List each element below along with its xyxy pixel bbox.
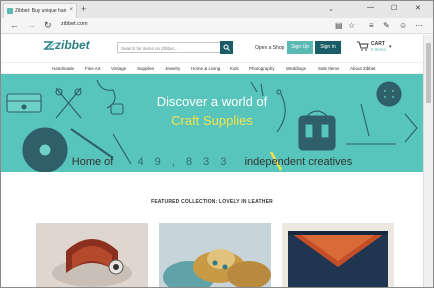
product-card[interactable] (282, 223, 394, 287)
counter-digit: 8 (185, 156, 193, 168)
search-input[interactable]: Search for items on Zibbet... (117, 42, 221, 53)
tab-preview-icon[interactable]: ⌄ (328, 5, 334, 13)
counter-digit: 3 (220, 156, 227, 168)
leather-baby-shoes-image (159, 223, 271, 287)
page-scrollbar[interactable] (423, 35, 433, 287)
nav-home-living[interactable]: Home & Living (191, 66, 220, 71)
scrollbar-thumb[interactable] (426, 43, 431, 103)
nav-kids[interactable]: Kids (230, 66, 239, 71)
featured-collection-heading: FEATURED COLLECTION: LOVELY IN LEATHER (151, 199, 273, 205)
counter-prefix: Home of (71, 156, 114, 168)
nav-vintage[interactable]: Vintage (111, 66, 126, 71)
leather-clutch-image (282, 223, 394, 287)
minimize-button[interactable]: — (367, 4, 374, 11)
cart-dropdown-icon[interactable]: ▾ (389, 44, 392, 50)
nav-handmade[interactable]: Handmade (52, 66, 74, 71)
open-shop-link[interactable]: Open a Shop (255, 45, 284, 51)
search-button[interactable] (220, 41, 233, 54)
new-tab-button[interactable]: + (81, 4, 86, 14)
hero-title: Discover a world of (156, 94, 268, 109)
more-menu-icon[interactable]: ⋯ (415, 21, 423, 30)
nav-photography[interactable]: Photography (249, 66, 275, 71)
counter-separator: , (171, 156, 175, 168)
hero-subtitle: Craft Supplies (171, 113, 253, 128)
cart-icon[interactable] (357, 41, 369, 54)
product-card[interactable] (159, 223, 271, 287)
zibbet-page: zibbet Search for items on Zibbet... Ope… (1, 35, 423, 287)
nav-weddings[interactable]: Weddings (286, 66, 306, 71)
counter-digit: 4 (137, 156, 144, 168)
reading-view-icon[interactable]: ▤ (335, 21, 343, 30)
search-icon (223, 44, 230, 51)
forward-arrow-icon[interactable]: → (27, 20, 36, 31)
category-nav: Handmade Fine Art Vintage Supplies Jewel… (1, 62, 423, 74)
maximize-button[interactable]: ☐ (391, 4, 397, 12)
counter-suffix: independent creatives (244, 156, 353, 168)
tab-close-icon[interactable]: × (69, 7, 73, 13)
hub-icon[interactable]: ≡ (369, 21, 374, 30)
nav-sale-items[interactable]: Sale Items (318, 66, 339, 71)
refresh-icon[interactable]: ↻ (44, 20, 52, 31)
nav-jewelry[interactable]: Jewelry (165, 66, 180, 71)
creatives-counter: Home of 4 9 , 8 3 3 independent creative… (1, 156, 423, 168)
counter-digit: 3 (203, 156, 210, 168)
nav-about-zibbet[interactable]: About Zibbet (350, 66, 376, 71)
zibbet-favicon-icon (7, 8, 13, 14)
logo-text[interactable]: zibbet (55, 38, 90, 52)
favorite-star-icon[interactable]: ☆ (348, 21, 355, 30)
tab-strip: Zibbet: Buy unique han × + ⌄ — ☐ ✕ (1, 1, 433, 18)
back-arrow-icon[interactable]: ← (10, 20, 19, 31)
nav-supplies[interactable]: Supplies (137, 66, 154, 71)
leather-bracelet-image (36, 223, 148, 287)
web-note-icon[interactable]: ✎ (383, 21, 390, 30)
counter-digit: 9 (154, 156, 161, 168)
product-card[interactable] (36, 223, 148, 287)
cart-count: 0 Items (371, 47, 386, 52)
nav-fine-art[interactable]: Fine Art (85, 66, 101, 71)
sign-in-button[interactable]: Sign In (315, 41, 341, 54)
tab-title: Zibbet: Buy unique han (15, 8, 67, 14)
sign-up-button[interactable]: Sign Up (287, 41, 313, 54)
share-icon[interactable]: ☺ (399, 21, 407, 30)
close-window-button[interactable]: ✕ (415, 4, 421, 12)
browser-window: Zibbet: Buy unique han × + ⌄ — ☐ ✕ ← → ↻… (0, 0, 434, 288)
browser-tab[interactable]: Zibbet: Buy unique han × (3, 3, 77, 18)
url-field[interactable]: zibbet.com (61, 21, 88, 27)
address-bar: ← → ↻ zibbet.com ▤ ☆ ≡ ✎ ☺ ⋯ (1, 18, 433, 34)
